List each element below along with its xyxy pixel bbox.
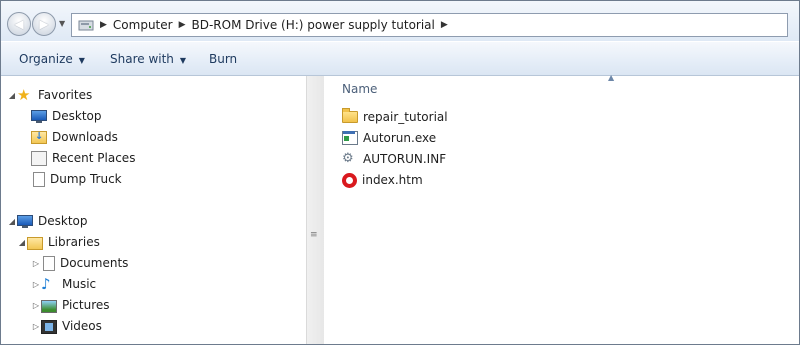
file-list-pane: ▲ Name repair_tutorial Autorun.exe ⚙ AUT… <box>324 73 799 344</box>
breadcrumb-separator-icon[interactable]: ▶ <box>441 20 448 30</box>
nav-desktop-root[interactable]: ◢ Desktop <box>7 211 88 231</box>
desktop-icon <box>31 108 47 124</box>
recent-pages-dropdown-icon[interactable]: ▼ <box>59 19 65 28</box>
nav-item-documents[interactable]: ▷ Documents <box>31 253 128 273</box>
burn-button[interactable]: Burn <box>209 52 237 66</box>
nav-label: Pictures <box>62 298 110 312</box>
file-name: Autorun.exe <box>363 131 437 145</box>
nav-item-dump-truck[interactable]: Dump Truck <box>31 169 122 189</box>
share-with-button[interactable]: Share with ▼ <box>110 52 186 66</box>
organize-button[interactable]: Organize ▼ <box>19 52 85 66</box>
documents-icon <box>43 255 55 271</box>
nav-label: Dump Truck <box>50 172 122 186</box>
libraries-icon <box>27 236 43 250</box>
breadcrumb-separator-icon[interactable]: ▶ <box>179 20 186 30</box>
forward-arrow-icon: ▶ <box>39 17 49 31</box>
navigation-pane: ◢ ★ Favorites Desktop ↓ Downloads Recent… <box>1 76 306 344</box>
file-row[interactable]: ⚙ AUTORUN.INF <box>342 149 446 169</box>
explorer-window: ◀ ▶ ▼ ▶ Computer ▶ BD-ROM Drive (H:) pow… <box>0 0 800 345</box>
videos-icon <box>41 319 57 334</box>
collapse-arrow-icon[interactable]: ◢ <box>7 91 17 100</box>
file-row[interactable]: repair_tutorial <box>342 107 448 127</box>
nav-item-recent-places[interactable]: Recent Places <box>31 148 135 168</box>
desktop-icon <box>17 213 33 229</box>
breadcrumb-separator-icon[interactable]: ▶ <box>100 20 107 30</box>
nav-label: Recent Places <box>52 151 136 165</box>
collapse-arrow-icon[interactable]: ◢ <box>7 217 17 226</box>
nav-favorites[interactable]: ◢ ★ Favorites <box>7 85 92 105</box>
nav-libraries[interactable]: ◢ Libraries <box>17 232 100 252</box>
sort-ascending-icon: ▲ <box>608 73 615 82</box>
recent-places-icon <box>31 150 47 166</box>
share-with-label: Share with <box>110 52 174 66</box>
chevron-down-icon: ▼ <box>179 56 187 65</box>
nav-label: Downloads <box>52 130 118 144</box>
address-bar-area: ◀ ▶ ▼ ▶ Computer ▶ BD-ROM Drive (H:) pow… <box>1 1 799 41</box>
file-row[interactable]: index.htm <box>342 170 423 190</box>
address-input[interactable]: ▶ Computer ▶ BD-ROM Drive (H:) power sup… <box>71 13 788 37</box>
settings-file-icon: ⚙ <box>342 151 354 166</box>
nav-label: Desktop <box>52 109 102 123</box>
expand-arrow-icon[interactable]: ▷ <box>31 259 41 268</box>
exe-icon <box>342 130 358 146</box>
music-icon: ♪ <box>41 275 51 293</box>
nav-label: Videos <box>62 319 102 333</box>
splitter-grip-icon[interactable]: ≡ <box>310 231 319 240</box>
opera-icon <box>342 172 357 188</box>
nav-label: Libraries <box>48 235 100 249</box>
expand-arrow-icon[interactable]: ▷ <box>31 301 41 310</box>
pane-splitter[interactable]: ≡ <box>306 76 325 344</box>
nav-label: Documents <box>60 256 129 270</box>
organize-label: Organize <box>19 52 73 66</box>
nav-label: Desktop <box>38 214 88 228</box>
chevron-down-icon: ▼ <box>78 56 85 65</box>
nav-item-downloads[interactable]: ↓ Downloads <box>31 127 118 147</box>
nav-label: Music <box>62 277 97 291</box>
file-name: AUTORUN.INF <box>363 152 447 166</box>
burn-label: Burn <box>209 52 238 66</box>
folder-icon <box>342 108 358 125</box>
nav-label: Favorites <box>38 88 93 102</box>
downloads-icon: ↓ <box>31 129 47 145</box>
file-name: index.htm <box>362 173 423 187</box>
file-name: repair_tutorial <box>363 110 448 124</box>
nav-item-videos[interactable]: ▷ Videos <box>31 316 102 336</box>
collapse-arrow-icon[interactable]: ◢ <box>17 238 27 247</box>
back-button[interactable]: ◀ <box>7 12 31 36</box>
star-icon: ★ <box>17 86 31 104</box>
breadcrumb-computer[interactable]: Computer <box>113 18 173 32</box>
file-row[interactable]: Autorun.exe <box>342 128 436 148</box>
document-icon <box>33 171 45 187</box>
nav-item-desktop[interactable]: Desktop <box>31 106 102 126</box>
pictures-icon <box>41 299 57 313</box>
back-arrow-icon: ◀ <box>14 17 24 31</box>
nav-item-music[interactable]: ▷ ♪ Music <box>31 274 96 294</box>
breadcrumb-drive[interactable]: BD-ROM Drive (H:) power supply tutorial <box>192 18 435 32</box>
bd-rom-drive-icon <box>78 18 94 32</box>
expand-arrow-icon[interactable]: ▷ <box>31 280 41 289</box>
command-toolbar: Organize ▼ Share with ▼ Burn <box>1 42 799 76</box>
forward-button[interactable]: ▶ <box>32 12 56 36</box>
expand-arrow-icon[interactable]: ▷ <box>31 322 41 331</box>
column-header-name[interactable]: Name <box>342 82 377 96</box>
nav-item-pictures[interactable]: ▷ Pictures <box>31 295 110 315</box>
